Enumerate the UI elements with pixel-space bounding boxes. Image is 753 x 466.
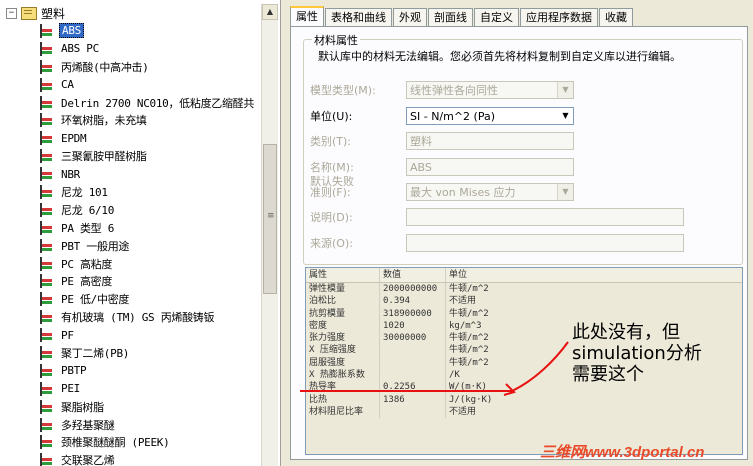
annotation-line2: simulation分析 [572, 343, 702, 364]
annotation-line1: 此处没有，但 [572, 322, 680, 343]
annotation-arrow [300, 341, 569, 396]
watermark: 三维网www.3dportal.cn [540, 444, 705, 461]
annotation-text: 此处没有，但 simulation分析 需要这个 [572, 322, 702, 385]
annotation-line3: 需要这个 [572, 364, 644, 385]
